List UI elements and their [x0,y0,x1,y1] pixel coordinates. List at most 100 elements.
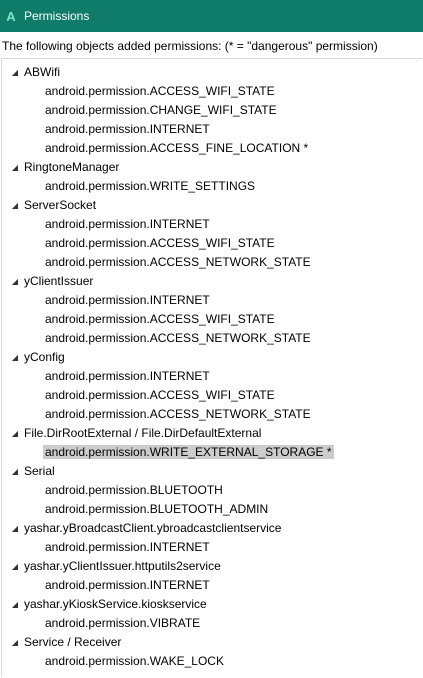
permission-item[interactable]: android.permission.INTERNET [2,538,422,557]
permission-label: android.permission.CHANGE_WIFI_STATE [45,103,277,117]
tree-node-label: yashar.yBroadcastClient.ybroadcastclient… [24,521,282,535]
tree-node-children: android.permission.INTERNET android.permi… [2,367,422,424]
permission-item[interactable]: android.permission.INTERNET [2,576,422,595]
permission-label: android.permission.ACCESS_WIFI_STATE [45,312,275,326]
tree-node: ◢ Serial android.permission.BLUETOOTH andro… [2,462,422,519]
permission-label: android.permission.INTERNET [45,578,210,592]
app-logo-icon: A [6,8,16,24]
permission-item[interactable]: android.permission.WRITE_SETTINGS [2,177,422,196]
permission-item[interactable]: android.permission.ACCESS_WIFI_STATE [2,234,422,253]
tree-node-label: File.DirRootExternal / File.DirDefaultEx… [24,426,262,440]
window-title: Permissions [24,9,90,23]
permission-item[interactable]: android.permission.CHANGE_WIFI_STATE [2,101,422,120]
permission-label: android.permission.INTERNET [45,540,210,554]
permission-label: android.permission.ACCESS_WIFI_STATE [45,84,275,98]
tree-node-row[interactable]: ◢ ABWifi [2,63,422,82]
tree-node-children: android.permission.INTERNET android.permi… [2,215,422,272]
permission-label: android.permission.ACCESS_NETWORK_STATE [45,255,311,269]
tree-node-label: yClientIssuer [24,274,94,288]
permission-item[interactable]: android.permission.ACCESS_FINE_LOCATION … [2,139,422,158]
tree-node: ◢ Service / Receiver android.permission.WA… [2,633,422,671]
permission-item[interactable]: android.permission.ACCESS_WIFI_STATE [2,386,422,405]
tree-node-row[interactable]: ◢ RingtoneManager [2,158,422,177]
tree-node-children: android.permission.WRITE_SETTINGS [2,177,422,196]
permission-label: android.permission.ACCESS_NETWORK_STATE [45,407,311,421]
tree-node-children: android.permission.BLUETOOTH android.perm… [2,481,422,519]
permission-item[interactable]: android.permission.WRITE_EXTERNAL_STORAG… [2,443,422,462]
permission-item[interactable]: android.permission.ACCESS_WIFI_STATE [2,82,422,101]
permission-label: android.permission.WAKE_LOCK [45,654,224,668]
tree-node-label: yashar.yKioskService.kioskservice [24,597,207,611]
permission-label: android.permission.BLUETOOTH_ADMIN [45,502,269,516]
tree-node: ◢ ABWifi android.permission.ACCESS_WIFI_ST… [2,63,422,158]
expand-collapse-icon[interactable]: ◢ [10,633,20,652]
permission-item[interactable]: android.permission.BLUETOOTH [2,481,422,500]
permission-label: android.permission.ACCESS_FINE_LOCATION … [45,141,309,155]
permission-item[interactable]: android.permission.INTERNET [2,367,422,386]
tree-node-children: android.permission.ACCESS_WIFI_STATEandr… [2,82,422,158]
tree-node: ◢ File.DirRootExternal / File.DirDefaultE… [2,424,422,462]
expand-collapse-icon[interactable]: ◢ [10,557,20,576]
permission-item[interactable]: android.permission.INTERNET [2,291,422,310]
permission-label: android.permission.BLUETOOTH [45,483,223,497]
tree-node: ◢ yashar.yKioskService.kioskservice androi… [2,595,422,633]
tree-node-label: ABWifi [24,65,60,79]
permission-label: android.permission.ACCESS_WIFI_STATE [45,236,275,250]
permission-label: android.permission.WRITE_EXTERNAL_STORAG… [43,445,334,459]
tree-node-children: android.permission.INTERNET [2,576,422,595]
permission-label: android.permission.VIBRATE [45,616,201,630]
permission-item[interactable]: android.permission.INTERNET [2,120,422,139]
permission-label: android.permission.INTERNET [45,369,210,383]
tree-node: ◢ yashar.yBroadcastClient.ybroadcastclien… [2,519,422,557]
tree-content: ◢ ABWifi android.permission.ACCESS_WIFI_ST… [2,59,422,671]
permission-label: android.permission.ACCESS_NETWORK_STATE [45,331,311,345]
permissions-tree[interactable]: ◢ ABWifi android.permission.ACCESS_WIFI_ST… [1,58,422,677]
tree-node-label: Service / Receiver [24,635,122,649]
tree-node-row[interactable]: ◢ yClientIssuer [2,272,422,291]
tree-node-row[interactable]: ◢ yashar.yClientIssuer.httputils2service [2,557,422,576]
tree-node-label: ServerSocket [24,198,97,212]
tree-node-children: android.permission.VIBRATE [2,614,422,633]
tree-node-row[interactable]: ◢ File.DirRootExternal / File.DirDefaultE… [2,424,422,443]
tree-node: ◢ yConfig android.permission.INTERNET andro… [2,348,422,424]
description-text: The following objects added permissions:… [2,39,378,53]
tree-node-label: Serial [24,464,55,478]
tree-node-children: android.permission.WAKE_LOCK [2,652,422,671]
tree-node-label: yConfig [24,350,65,364]
tree-node-children: android.permission.INTERNET [2,538,422,557]
expand-collapse-icon[interactable]: ◢ [10,462,20,481]
permission-item[interactable]: android.permission.INTERNET [2,215,422,234]
permission-item[interactable]: android.permission.ACCESS_NETWORK_STATE [2,329,422,348]
tree-node-row[interactable]: ◢ yConfig [2,348,422,367]
expand-collapse-icon[interactable]: ◢ [10,595,20,614]
permission-item[interactable]: android.permission.WAKE_LOCK [2,652,422,671]
tree-node-row[interactable]: ◢ yashar.yBroadcastClient.ybroadcastclien… [2,519,422,538]
tree-node-children: android.permission.INTERNET android.permi… [2,291,422,348]
permission-item[interactable]: android.permission.ACCESS_NETWORK_STATE [2,405,422,424]
permission-label: android.permission.WRITE_SETTINGS [45,179,256,193]
expand-collapse-icon[interactable]: ◢ [10,158,20,177]
title-bar: A Permissions [0,0,423,32]
expand-collapse-icon[interactable]: ◢ [10,272,20,291]
tree-node-row[interactable]: ◢ yashar.yKioskService.kioskservice [2,595,422,614]
expand-collapse-icon[interactable]: ◢ [10,519,20,538]
expand-collapse-icon[interactable]: ◢ [10,348,20,367]
tree-node: ◢ yashar.yClientIssuer.httputils2service a… [2,557,422,595]
expand-collapse-icon[interactable]: ◢ [10,424,20,443]
tree-node: ◢ RingtoneManager android.permission.WRITE… [2,158,422,196]
tree-node-row[interactable]: ◢ Serial [2,462,422,481]
tree-node-label: RingtoneManager [24,160,120,174]
tree-node-label: yashar.yClientIssuer.httputils2service [24,559,221,573]
expand-collapse-icon[interactable]: ◢ [10,63,20,82]
tree-node: ◢ yClientIssuer android.permission.INTERNE… [2,272,422,348]
permission-item[interactable]: android.permission.ACCESS_NETWORK_STATE [2,253,422,272]
permission-item[interactable]: android.permission.VIBRATE [2,614,422,633]
tree-node-row[interactable]: ◢ ServerSocket [2,196,422,215]
tree-node-row[interactable]: ◢ Service / Receiver [2,633,422,652]
permission-item[interactable]: android.permission.ACCESS_WIFI_STATE [2,310,422,329]
permission-item[interactable]: android.permission.BLUETOOTH_ADMIN [2,500,422,519]
permission-label: android.permission.ACCESS_WIFI_STATE [45,388,275,402]
expand-collapse-icon[interactable]: ◢ [10,196,20,215]
tree-node: ◢ ServerSocket android.permission.INTERNET… [2,196,422,272]
tree-node-children: android.permission.WRITE_EXTERNAL_STORAG… [2,443,422,462]
